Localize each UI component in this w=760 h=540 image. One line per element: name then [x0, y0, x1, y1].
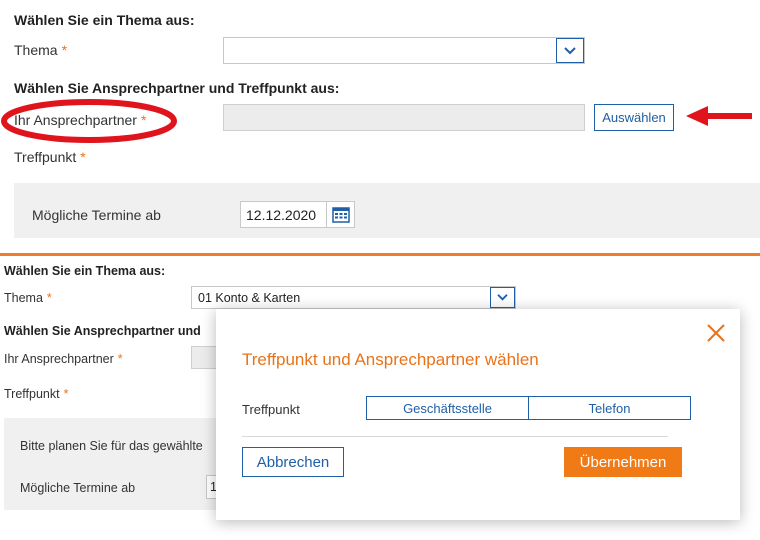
theme-label-bottom: Thema *	[4, 291, 52, 305]
section-divider	[0, 253, 760, 256]
theme-label: Thema *	[14, 42, 67, 58]
theme-select[interactable]	[223, 37, 585, 64]
dates-panel-bottom	[4, 418, 224, 510]
meeting-dialog: Treffpunkt und Ansprechpartner wählen Tr…	[216, 309, 740, 520]
contact-heading-bottom: Wählen Sie Ansprechpartner und	[4, 324, 201, 338]
cancel-button[interactable]: Abbrechen	[242, 447, 344, 477]
required-mark: *	[80, 149, 86, 165]
contact-label-text: Ihr Ansprechpartner	[14, 112, 137, 128]
dialog-meeting-label: Treffpunkt	[242, 402, 300, 417]
required-mark: *	[117, 352, 123, 366]
date-input[interactable]: 12.12.2020	[240, 201, 355, 228]
theme-label-bottom-text: Thema	[4, 291, 43, 305]
required-mark: *	[63, 387, 69, 401]
dates-label: Mögliche Termine ab	[32, 207, 161, 223]
close-icon[interactable]	[706, 323, 726, 343]
select-contact-button[interactable]: Auswählen	[594, 104, 674, 131]
theme-select-bottom-value: 01 Konto & Karten	[198, 291, 301, 305]
arrow-left-icon	[686, 106, 752, 126]
option-telefon[interactable]: Telefon	[528, 396, 691, 420]
calendar-icon[interactable]	[326, 202, 354, 227]
theme-heading-bottom: Wählen Sie ein Thema aus:	[4, 264, 166, 278]
contact-label-bottom: Ihr Ansprechpartner *	[4, 352, 123, 366]
contact-label-bottom-text: Ihr Ansprechpartner	[4, 352, 114, 366]
meeting-label-bottom-text: Treffpunkt	[4, 387, 60, 401]
date-input-value: 12.12.2020	[246, 206, 317, 223]
apply-button[interactable]: Übernehmen	[564, 447, 682, 477]
meeting-label-bottom: Treffpunkt *	[4, 387, 68, 401]
option-geschaeftsstelle[interactable]: Geschäftsstelle	[366, 396, 529, 420]
contact-field	[223, 104, 585, 131]
chevron-down-icon[interactable]	[556, 38, 584, 63]
meeting-label: Treffpunkt *	[14, 149, 86, 165]
required-mark: *	[140, 112, 147, 128]
theme-select-bottom[interactable]: 01 Konto & Karten	[191, 286, 516, 309]
theme-heading: Wählen Sie ein Thema aus:	[14, 12, 195, 28]
theme-label-text: Thema	[14, 42, 58, 58]
required-mark: *	[61, 42, 68, 58]
required-mark: *	[46, 291, 52, 305]
dialog-title: Treffpunkt und Ansprechpartner wählen	[242, 350, 539, 369]
meeting-label-text: Treffpunkt	[14, 149, 77, 165]
contact-heading: Wählen Sie Ansprechpartner und Treffpunk…	[14, 80, 340, 96]
chevron-down-icon[interactable]	[490, 287, 515, 308]
dates-label-bottom: Mögliche Termine ab	[20, 481, 136, 495]
dialog-divider	[242, 436, 668, 437]
plan-text: Bitte planen Sie für das gewählte	[20, 439, 203, 453]
contact-label: Ihr Ansprechpartner *	[14, 112, 146, 128]
